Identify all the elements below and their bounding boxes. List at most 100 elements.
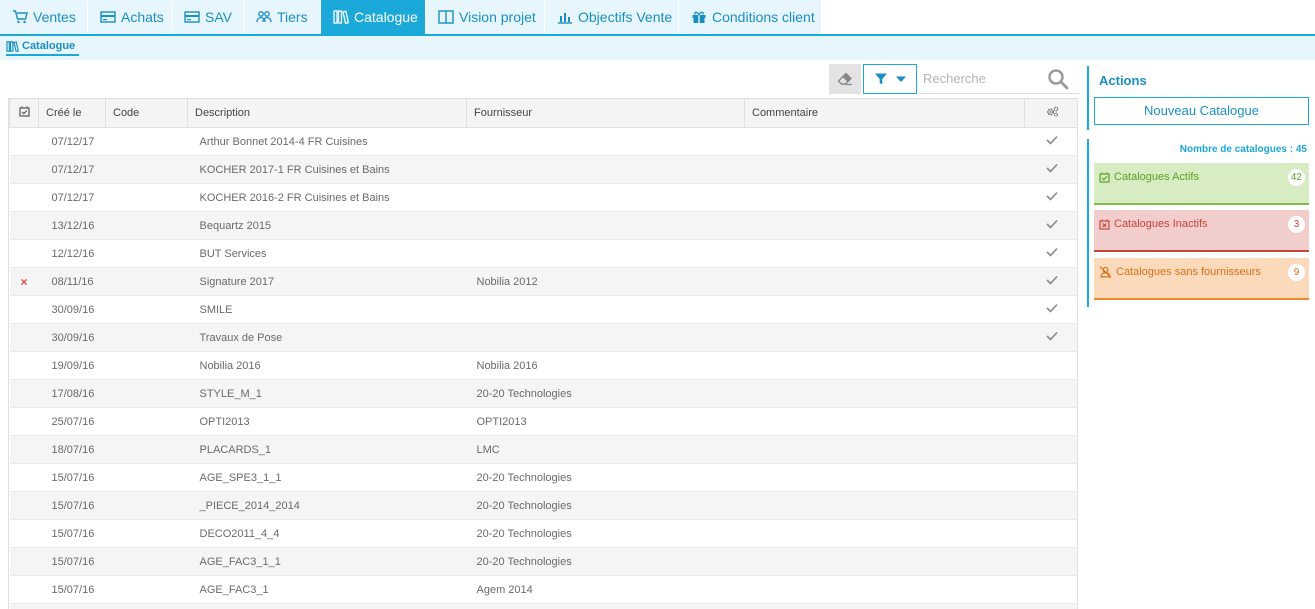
cell-code <box>105 351 188 380</box>
cell-active-check[interactable] <box>1024 519 1077 548</box>
bar-chart-icon <box>558 13 572 24</box>
tab-objectifs-vente[interactable]: Objectifs Vente <box>545 0 678 34</box>
table-row[interactable] <box>9 603 1077 609</box>
sub-navigation: Catalogue <box>0 36 1315 60</box>
cell-description: Bequartz 2015 <box>187 211 467 240</box>
cell-commentaire <box>744 127 1025 156</box>
cell-created-date: 19/09/16 <box>38 351 106 380</box>
tab-achats[interactable]: Achats <box>88 0 171 34</box>
active-catalogs-label: Catalogues Actifs <box>1114 171 1199 183</box>
user-slash-icon <box>1099 266 1112 278</box>
cell-description: STYLE_M_1 <box>187 379 467 408</box>
subnav-tab-catalogue[interactable]: Catalogue <box>6 40 80 56</box>
table-row[interactable]: 30/09/16 Travaux de Pose <box>9 323 1077 352</box>
row-status-mark <box>9 603 39 609</box>
cell-active-check[interactable] <box>1024 155 1077 184</box>
table-row[interactable]: 15/07/16 AGE_FAC3_1 Agem 2014 <box>9 575 1077 604</box>
cell-active-check[interactable] <box>1024 407 1077 436</box>
cell-commentaire <box>744 547 1025 576</box>
cell-active-check[interactable] <box>1024 435 1077 464</box>
clear-filters-button[interactable] <box>829 64 861 94</box>
cell-commentaire <box>744 267 1025 296</box>
column-header-select[interactable] <box>9 98 39 128</box>
cell-fournisseur <box>466 211 745 240</box>
cell-commentaire <box>744 211 1025 240</box>
table-row[interactable]: 30/09/16 SMILE <box>9 295 1077 324</box>
cell-code <box>105 267 188 296</box>
cell-description: SMILE <box>187 295 467 324</box>
cell-active-check[interactable] <box>1024 575 1077 604</box>
cell-created-date: 07/12/17 <box>38 183 106 212</box>
books-icon <box>6 40 19 52</box>
table-row[interactable]: 07/12/17 KOCHER 2017-1 FR Cuisines et Bai… <box>9 155 1077 184</box>
cell-code <box>105 323 188 352</box>
cell-active-check[interactable] <box>1024 547 1077 576</box>
cell-active-check[interactable] <box>1024 379 1077 408</box>
calendar-check-icon <box>1099 172 1110 183</box>
table-row[interactable]: 17/08/16 STYLE_M_1 20-20 Technologies <box>9 379 1077 408</box>
no-supplier-catalogs-card[interactable]: Catalogues sans fournisseurs 9 <box>1094 258 1309 300</box>
check-icon <box>1046 303 1058 313</box>
column-header-settings[interactable] <box>1024 98 1077 128</box>
cell-active-check[interactable] <box>1024 267 1077 296</box>
cell-active-check[interactable] <box>1024 183 1077 212</box>
column-header-code[interactable]: Code <box>105 98 188 128</box>
tab-tiers[interactable]: Tiers <box>244 0 320 34</box>
table-row[interactable]: 13/12/16 Bequartz 2015 <box>9 211 1077 240</box>
tab-sav[interactable]: SAV <box>172 0 243 34</box>
cell-created-date: 30/09/16 <box>38 323 106 352</box>
table-row[interactable]: 07/12/17 Arthur Bonnet 2014-4 FR Cuisines <box>9 127 1077 156</box>
table-row[interactable]: × 08/11/16 Signature 2017 Nobilia 2012 <box>9 267 1077 296</box>
cell-created-date: 15/07/16 <box>38 519 106 548</box>
table-row[interactable]: 07/12/17 KOCHER 2016-2 FR Cuisines et Bai… <box>9 183 1077 212</box>
table-row[interactable]: 15/07/16 AGE_FAC3_1_1 20-20 Technologies <box>9 547 1077 576</box>
table-row[interactable]: 15/07/16 _PIECE_2014_2014 20-20 Technologi… <box>9 491 1077 520</box>
table-row[interactable]: 18/07/16 PLACARDS_1 LMC <box>9 435 1077 464</box>
cell-active-check[interactable] <box>1024 239 1077 268</box>
filter-dropdown-button[interactable] <box>863 64 917 94</box>
cell-active-check[interactable] <box>1024 295 1077 324</box>
inactive-catalogs-card[interactable]: Catalogues Inactifs 3 <box>1094 210 1309 252</box>
tab-vision-projet[interactable]: Vision projet <box>426 0 544 34</box>
cell-active-check[interactable] <box>1024 323 1077 352</box>
cell-created-date: 18/07/16 <box>38 435 106 464</box>
cell-description: BUT Services <box>187 239 467 268</box>
column-header-description[interactable]: Description <box>187 98 467 128</box>
new-catalog-button[interactable]: Nouveau Catalogue <box>1094 97 1309 125</box>
cell-active-check[interactable] <box>1024 491 1077 520</box>
table-row[interactable]: 25/07/16 OPTI2013 OPTI2013 <box>9 407 1077 436</box>
cell-created-date: 12/12/16 <box>38 239 106 268</box>
cell-active-check[interactable] <box>1024 211 1077 240</box>
cell-created-date: 15/07/16 <box>38 547 106 576</box>
search-icon[interactable] <box>1046 67 1070 91</box>
tab-ventes[interactable]: Ventes <box>0 0 87 34</box>
tab-conditions-client[interactable]: Conditions client <box>679 0 821 34</box>
active-catalogs-count: 42 <box>1287 169 1305 186</box>
cell-active-check[interactable] <box>1024 127 1077 156</box>
column-header-cree-le[interactable]: Créé le <box>38 98 106 128</box>
cell-commentaire <box>744 239 1025 268</box>
column-header-commentaire[interactable]: Commentaire <box>744 98 1025 128</box>
table-row[interactable]: 19/09/16 Nobilia 2016 Nobilia 2016 <box>9 351 1077 380</box>
cell-created-date: 30/09/16 <box>38 295 106 324</box>
cell-commentaire <box>744 183 1025 212</box>
row-status-mark <box>9 127 39 156</box>
cell-fournisseur: LMC <box>466 435 745 464</box>
cell-created-date: 07/12/17 <box>38 127 106 156</box>
tab-catalogue[interactable]: Catalogue <box>321 0 425 34</box>
cart-icon <box>13 10 28 24</box>
check-icon <box>1046 135 1058 145</box>
cell-active-check[interactable] <box>1024 463 1077 492</box>
cell-code <box>105 407 188 436</box>
active-catalogs-card[interactable]: Catalogues Actifs 42 <box>1094 163 1309 205</box>
table-row[interactable]: 12/12/16 BUT Services <box>9 239 1077 268</box>
cell-active-check[interactable] <box>1024 603 1077 609</box>
table-row[interactable]: 15/07/16 DECO2011_4_4 20-20 Technologies <box>9 519 1077 548</box>
cell-description: KOCHER 2016-2 FR Cuisines et Bains <box>187 183 467 212</box>
tab-objectifs-vente-label: Objectifs Vente <box>578 9 673 25</box>
cell-created-date <box>38 603 106 609</box>
cell-active-check[interactable] <box>1024 351 1077 380</box>
cell-commentaire <box>744 155 1025 184</box>
table-row[interactable]: 15/07/16 AGE_SPE3_1_1 20-20 Technologies <box>9 463 1077 492</box>
column-header-fournisseur[interactable]: Fournisseur <box>466 98 745 128</box>
